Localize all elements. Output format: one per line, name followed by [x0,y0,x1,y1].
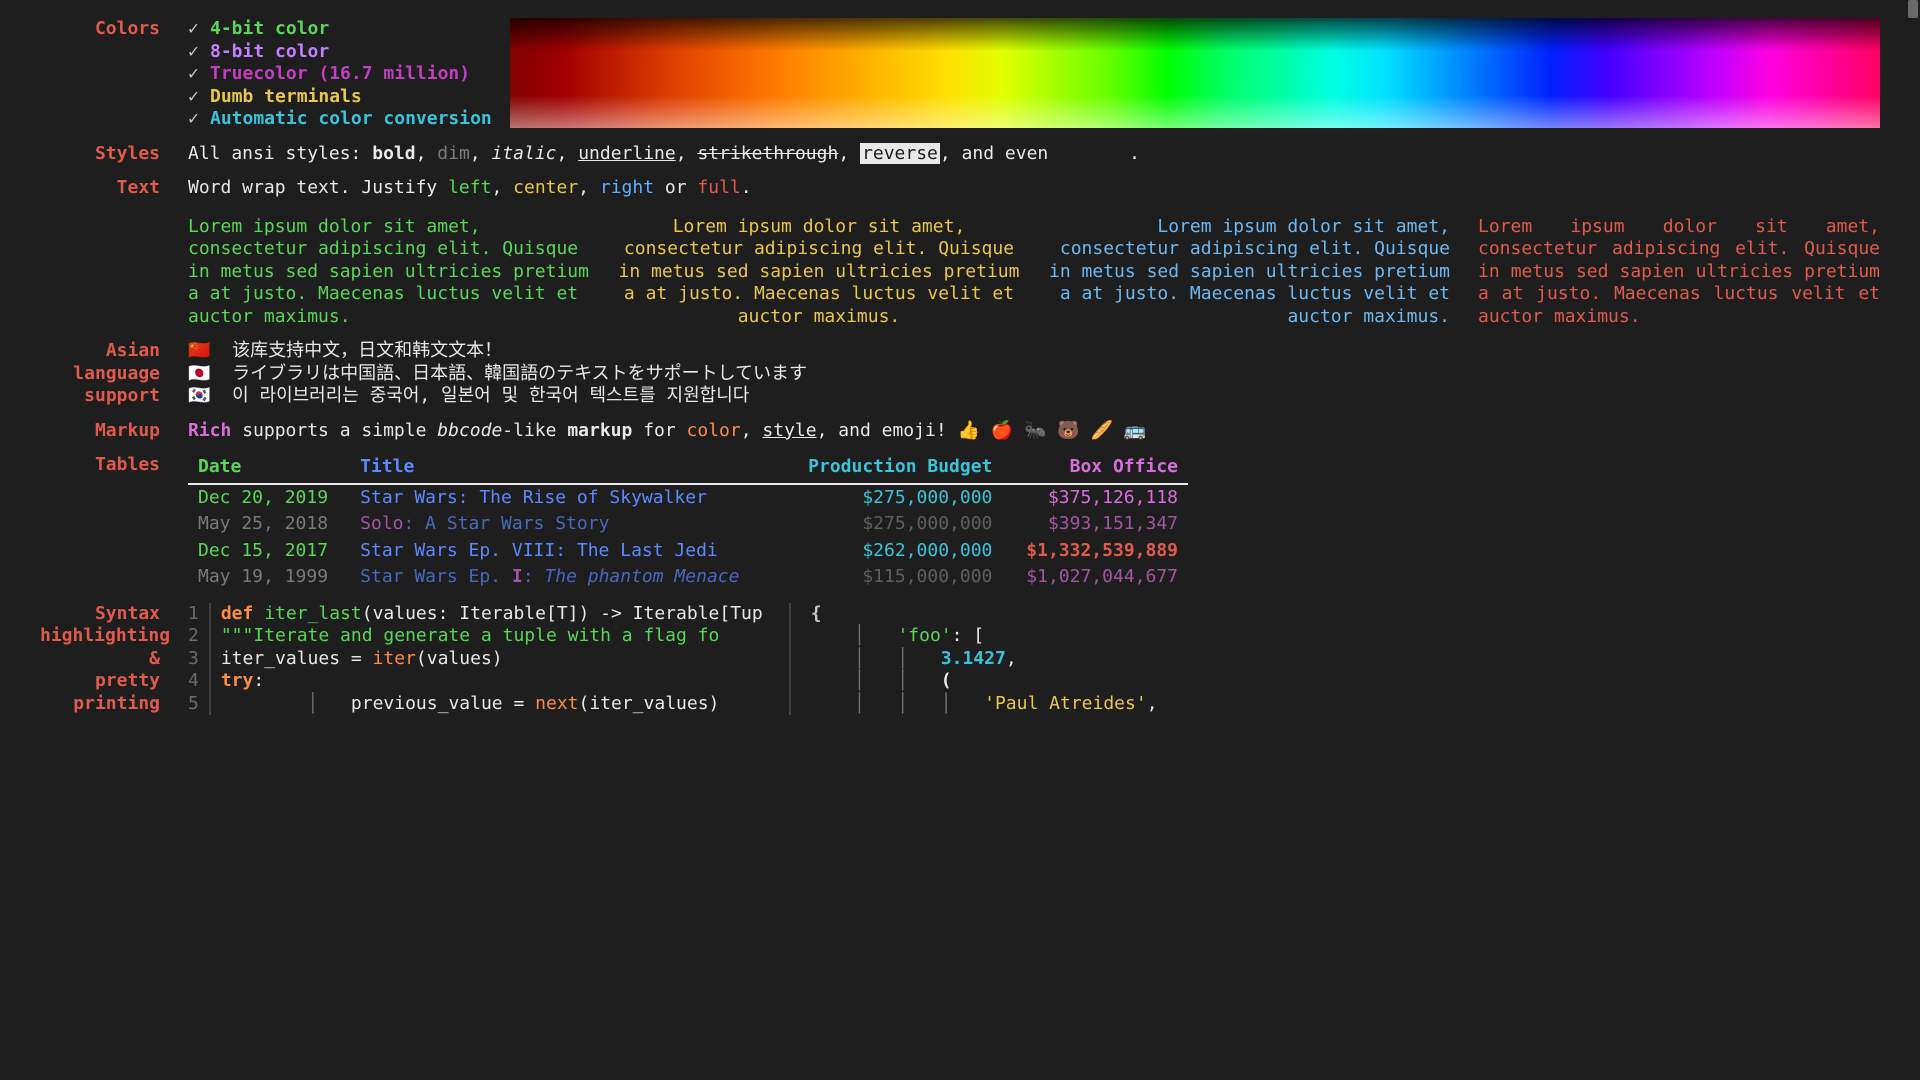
lorem-justify: Lorem ipsum dolor sit amet, consectetur … [1478,216,1880,329]
col-box: Box Office [1002,454,1188,484]
check-icon: ✓ [188,41,210,64]
section-label-syntax: Syntax highlighting & pretty printing [40,603,188,716]
emoji-row-icon: 👍 🍎 🐜 🐻 🥖 🚌 [958,420,1147,441]
code-right-pane: { │ 'foo': [ │ │ 3.1427, │ │ ( │ │ │ 'Pa… [789,603,1158,716]
section-label-tables: Tables [40,454,188,477]
markup-line: Rich supports a simple bbcode-like marku… [188,420,1880,443]
section-label-asian: Asian language support [40,340,188,408]
check-icon: ✓ [188,86,210,109]
check-icon: ✓ [188,18,210,41]
movies-table: Date Title Production Budget Box Office … [188,454,1188,591]
section-label-text: Text [40,177,188,200]
table-row: Dec 15, 2017Star Wars Ep. VIII: The Last… [188,538,1188,565]
col-date: Date [188,454,350,484]
lorem-center: Lorem ipsum dolor sit amet, consectetur … [618,216,1020,329]
feature-8bit: 8-bit color [210,41,329,62]
col-budget: Production Budget [782,454,1003,484]
color-feature-list: ✓4-bit color ✓8-bit color ✓Truecolor (16… [188,18,492,131]
section-label-markup: Markup [40,420,188,443]
section-label-colors: Colors [40,18,188,41]
lorem-right: Lorem ipsum dolor sit amet, consectetur … [1048,216,1450,329]
col-title: Title [350,454,782,484]
color-spectrum-icon [510,18,1880,128]
line-number-gutter: 1 2 3 4 5 [188,603,211,716]
table-row: May 25, 2018Solo: A Star Wars Story$275,… [188,511,1188,538]
flag-jp-icon: 🇯🇵 [188,363,210,384]
feature-truecolor: Truecolor (16.7 million) [210,63,470,84]
styles-demo: All ansi styles: bold, dim, italic, unde… [188,143,1880,166]
flag-kr-icon: 🇰🇷 [188,385,210,406]
check-icon: ✓ [188,63,210,86]
lorem-left: Lorem ipsum dolor sit amet, consectetur … [188,216,590,329]
section-label-styles: Styles [40,143,188,166]
feature-4bit: 4-bit color [210,18,329,39]
scrollbar-indicator[interactable] [1908,0,1918,18]
justify-line: Word wrap text. Justify left, center, ri… [188,177,1880,200]
table-row: Dec 20, 2019Star Wars: The Rise of Skywa… [188,484,1188,512]
flag-cn-icon: 🇨🇳 [188,340,210,361]
code-left-pane: 1 2 3 4 5 def iter_last(values: Iterable… [188,603,763,716]
check-icon: ✓ [188,108,210,131]
feature-autoconv: Automatic color conversion [210,108,492,129]
table-row: May 19, 1999Star Wars Ep. I: The phantom… [188,564,1188,591]
asian-lines: 🇨🇳 该库支持中文，日文和韩文文本！ 🇯🇵 ライブラリは中国語、日本語、韓国語の… [188,340,1880,408]
feature-dumb: Dumb terminals [210,86,362,107]
